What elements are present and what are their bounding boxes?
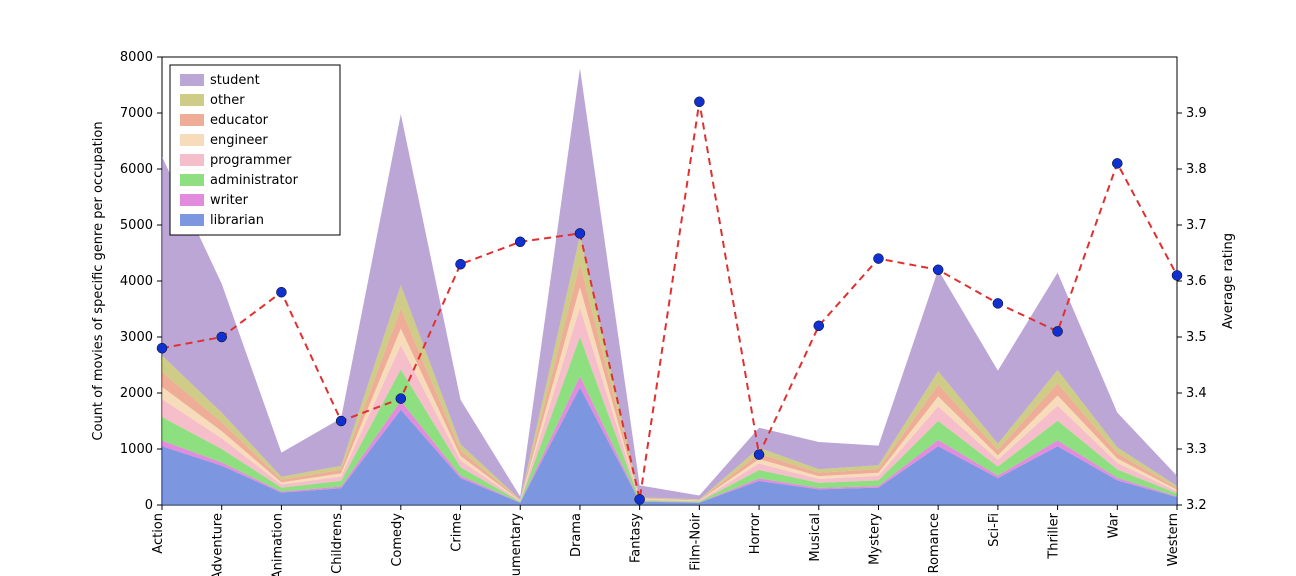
rating-marker xyxy=(157,343,167,353)
legend-label: other xyxy=(210,93,245,108)
y1-axis-label: Count of movies of specific genre per oc… xyxy=(91,121,106,440)
y1-tick-label: 7000 xyxy=(120,106,153,121)
rating-marker xyxy=(276,287,286,297)
x-tick-label: Fantasy xyxy=(629,513,644,563)
x-tick-label: Documentary xyxy=(509,513,524,576)
chart-canvas: Action Adventure Animation Childrens Comedy C… xyxy=(0,0,1296,576)
legend: student other educator engineer programmer ad… xyxy=(170,65,340,235)
legend-label: programmer xyxy=(210,153,292,168)
y2-axis-label: Average rating xyxy=(1221,233,1236,329)
chart-root: Action Adventure Animation Childrens Comedy C… xyxy=(0,0,1296,576)
x-tick-label: Animation xyxy=(270,513,285,576)
x-tick-label: Thriller xyxy=(1047,512,1062,559)
x-tick-label: Film-Noir xyxy=(688,512,703,570)
rating-marker xyxy=(575,228,585,238)
rating-marker xyxy=(515,237,525,247)
x-tick-label: Action xyxy=(151,513,166,554)
rating-marker xyxy=(814,321,824,331)
rating-marker xyxy=(993,298,1003,308)
legend-label: student xyxy=(210,73,260,88)
x-tick-label: Horror xyxy=(748,512,763,554)
y2-tick-label: 3.3 xyxy=(1186,442,1207,457)
y2-tick-label: 3.9 xyxy=(1186,106,1207,121)
y2-tick-label: 3.7 xyxy=(1186,218,1207,233)
y2-tick-label: 3.8 xyxy=(1186,162,1207,177)
legend-swatch xyxy=(180,74,204,86)
x-tick-label: Western xyxy=(1166,513,1181,566)
legend-label: administrator xyxy=(210,173,299,188)
legend-swatch xyxy=(180,94,204,106)
legend-swatch xyxy=(180,154,204,166)
legend-label: educator xyxy=(210,113,269,128)
y1-tick-label: 5000 xyxy=(120,218,153,233)
rating-marker xyxy=(217,332,227,342)
y2-tick-label: 3.6 xyxy=(1186,274,1207,289)
x-tick-label: Childrens xyxy=(330,513,345,574)
x-tick-label: Drama xyxy=(569,513,584,557)
rating-marker xyxy=(1112,158,1122,168)
y2-tick-label: 3.5 xyxy=(1186,330,1207,345)
x-tick-label: Musical xyxy=(808,513,823,562)
x-tick-label: Comedy xyxy=(390,513,405,567)
y1-tick-label: 0 xyxy=(145,498,153,513)
rating-marker xyxy=(1172,270,1182,280)
legend-swatch xyxy=(180,114,204,126)
y2-tick-label: 3.2 xyxy=(1186,498,1207,513)
y1-tick-label: 2000 xyxy=(120,386,153,401)
rating-marker xyxy=(754,450,764,460)
y1-tick-label: 6000 xyxy=(120,162,153,177)
rating-marker xyxy=(933,265,943,275)
y1-tick-label: 8000 xyxy=(120,50,153,65)
x-tick-label: Sci-Fi xyxy=(987,513,1002,547)
x-tick-label: Adventure xyxy=(211,513,226,576)
legend-swatch xyxy=(180,194,204,206)
rating-marker xyxy=(336,416,346,426)
x-tick-label: Romance xyxy=(927,513,942,573)
legend-label: librarian xyxy=(210,213,264,228)
legend-label: engineer xyxy=(210,133,268,148)
rating-marker xyxy=(396,394,406,404)
legend-swatch xyxy=(180,134,204,146)
y1-tick-label: 3000 xyxy=(120,330,153,345)
rating-marker xyxy=(1053,326,1063,336)
rating-marker xyxy=(694,97,704,107)
rating-marker xyxy=(635,494,645,504)
rating-marker xyxy=(456,259,466,269)
legend-swatch xyxy=(180,214,204,226)
x-tick-label: Crime xyxy=(450,513,465,552)
rating-marker xyxy=(873,254,883,264)
y2-tick-label: 3.4 xyxy=(1186,386,1207,401)
x-tick-label: War xyxy=(1106,512,1121,538)
y1-tick-label: 1000 xyxy=(120,442,153,457)
y1-tick-label: 4000 xyxy=(120,274,153,289)
legend-swatch xyxy=(180,174,204,186)
legend-label: writer xyxy=(210,193,249,208)
x-tick-label: Mystery xyxy=(867,513,882,565)
